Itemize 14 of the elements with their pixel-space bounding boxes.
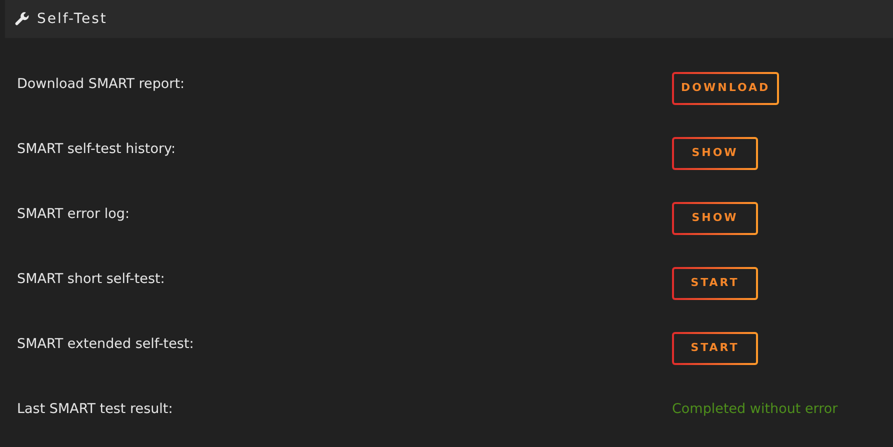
row-label: SMART error log: xyxy=(17,205,130,224)
wrench-icon xyxy=(15,12,29,26)
test-result: Completed without error xyxy=(672,400,838,419)
row-label: SMART extended self-test: xyxy=(17,335,195,354)
row-label: Download SMART report: xyxy=(17,75,186,94)
action-button[interactable]: START xyxy=(672,332,758,365)
row-label: SMART self-test history: xyxy=(17,140,177,159)
action-button[interactable]: DOWNLOAD xyxy=(672,72,780,105)
action-button[interactable]: START xyxy=(672,267,758,300)
panel-title: Self-Test xyxy=(37,10,108,28)
row-label: SMART short self-test: xyxy=(17,270,166,289)
action-button[interactable]: SHOW xyxy=(672,202,758,235)
row-label: Last SMART test result: xyxy=(17,400,174,419)
action-button[interactable]: SHOW xyxy=(672,137,758,170)
